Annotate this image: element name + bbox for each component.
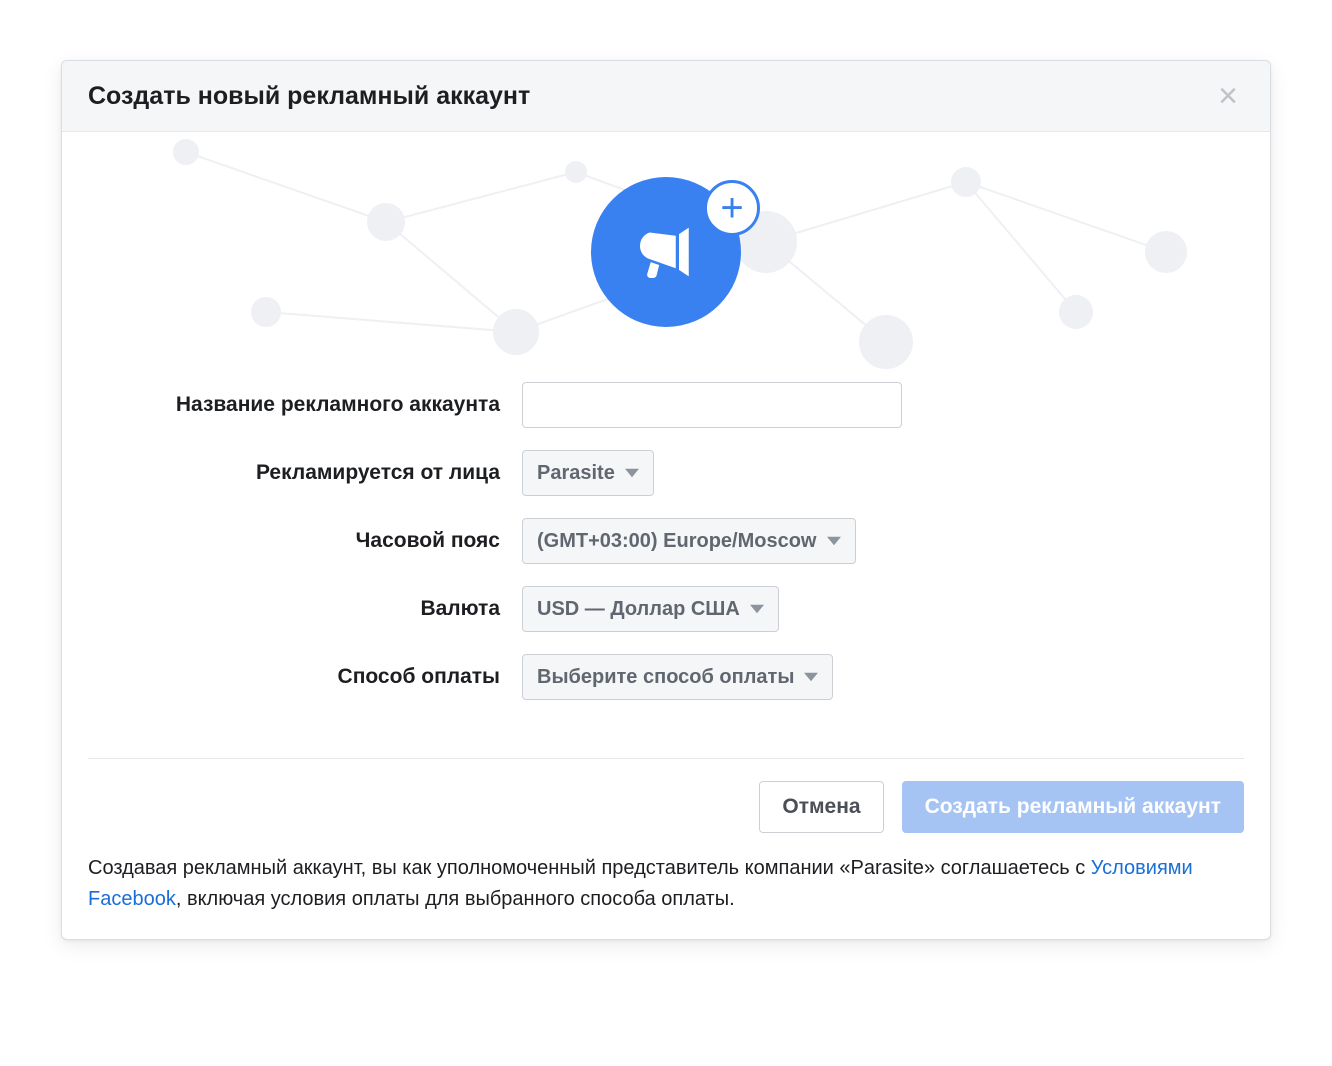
advertiser-label: Рекламируется от лица xyxy=(62,461,522,485)
advertiser-select[interactable]: Parasite xyxy=(522,450,654,496)
account-name-input[interactable] xyxy=(522,382,902,428)
disclaimer-part1: Создавая рекламный аккаунт, вы как уполн… xyxy=(88,857,1091,879)
payment-selected-value: Выберите способ оплаты xyxy=(537,666,794,689)
close-icon[interactable]: × xyxy=(1212,79,1244,113)
create-ad-account-modal: Создать новый рекламный аккаунт × xyxy=(61,60,1271,940)
chevron-down-icon xyxy=(750,604,764,614)
modal-title: Создать новый рекламный аккаунт xyxy=(88,82,530,111)
currency-label: Валюта xyxy=(62,597,522,621)
chevron-down-icon xyxy=(827,536,841,546)
payment-select[interactable]: Выберите способ оплаты xyxy=(522,654,833,700)
chevron-down-icon xyxy=(625,468,639,478)
footer-actions: Отмена Создать рекламный аккаунт xyxy=(62,759,1270,841)
account-name-label: Название рекламного аккаунта xyxy=(62,393,522,417)
currency-select[interactable]: USD — Доллар США xyxy=(522,586,779,632)
cancel-button-label: Отмена xyxy=(782,795,860,819)
disclaimer-text: Создавая рекламный аккаунт, вы как уполн… xyxy=(62,841,1270,939)
currency-selected-value: USD — Доллар США xyxy=(537,598,740,621)
plus-icon: + xyxy=(704,180,760,236)
timezone-label: Часовой пояс xyxy=(62,529,522,553)
payment-label: Способ оплаты xyxy=(62,665,522,689)
advertiser-selected-value: Parasite xyxy=(537,462,615,485)
disclaimer-part2: , включая условия оплаты для выбранного … xyxy=(176,888,735,910)
hero-illustration: + xyxy=(62,132,1270,372)
timezone-selected-value: (GMT+03:00) Europe/Moscow xyxy=(537,530,817,553)
create-ad-account-button[interactable]: Создать рекламный аккаунт xyxy=(902,781,1244,833)
timezone-select[interactable]: (GMT+03:00) Europe/Moscow xyxy=(522,518,856,564)
create-ad-account-button-label: Создать рекламный аккаунт xyxy=(925,795,1221,819)
chevron-down-icon xyxy=(804,672,818,682)
modal-header: Создать новый рекламный аккаунт × xyxy=(62,61,1270,132)
form-area: Название рекламного аккаунта Рекламирует… xyxy=(62,372,1270,752)
cancel-button[interactable]: Отмена xyxy=(759,781,883,833)
